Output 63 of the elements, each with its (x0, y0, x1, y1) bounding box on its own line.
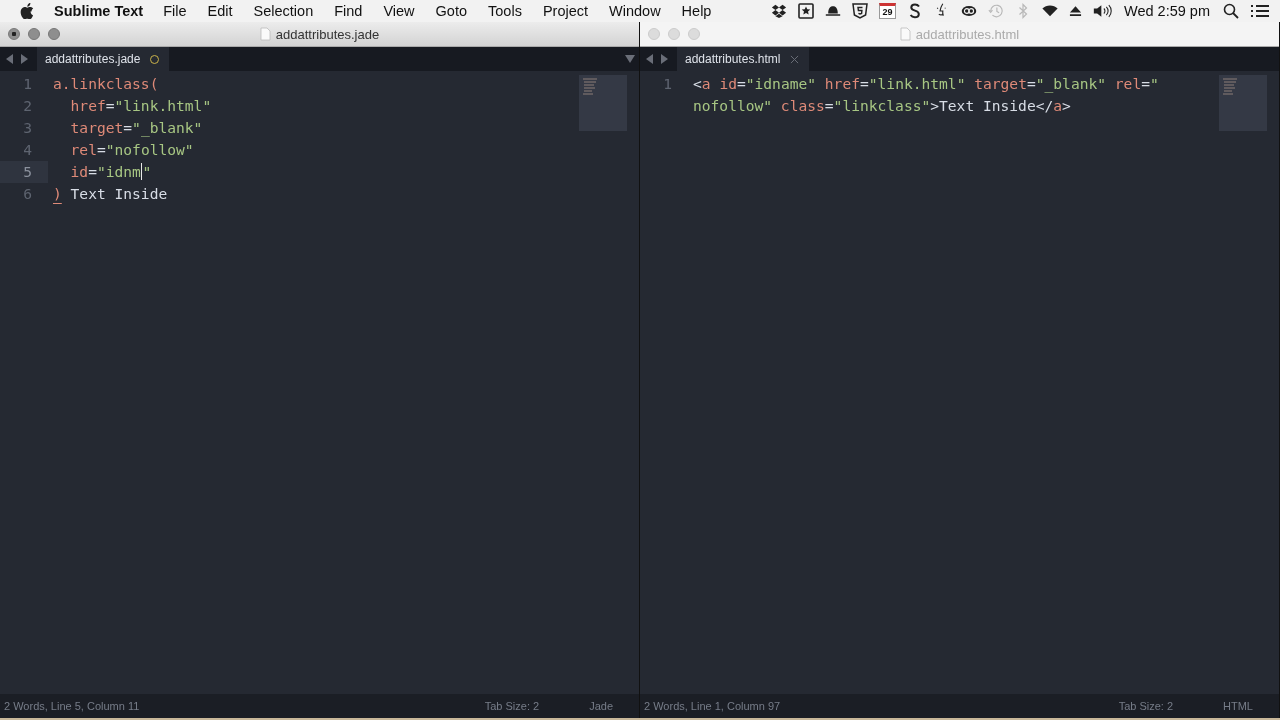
status-syntax[interactable]: HTML (1223, 700, 1253, 712)
file-tab[interactable]: addattributes.jade (37, 47, 170, 71)
close-button[interactable] (8, 28, 20, 40)
previous-tab-arrow-icon[interactable] (646, 54, 654, 64)
menu-item[interactable]: Edit (207, 3, 233, 19)
line-number: 1 (662, 74, 673, 94)
app-menu[interactable]: Sublime Text (54, 3, 144, 19)
document-icon (899, 27, 911, 41)
menu-item[interactable]: Find (334, 3, 363, 19)
status-position: 2 Words, Line 5, Column 11 (4, 700, 140, 712)
s-letter-icon[interactable] (907, 3, 923, 19)
status-position: 2 Words, Line 1, Column 97 (644, 700, 781, 712)
menu-item[interactable]: Goto (435, 3, 468, 19)
dropdown-caret-icon[interactable] (625, 55, 635, 63)
tab-label: addattributes.html (685, 52, 781, 66)
menu-item[interactable]: Project (542, 3, 589, 19)
next-tab-arrow-icon[interactable] (20, 54, 28, 64)
code-line: href="link.html" (69, 96, 212, 116)
status-tab-size[interactable]: Tab Size: 2 (1118, 700, 1174, 712)
code-line: target="_blank" (69, 118, 203, 139)
menu-item[interactable]: Window (609, 3, 661, 19)
previous-tab-arrow-icon[interactable] (6, 54, 14, 64)
close-icon[interactable] (790, 54, 800, 64)
rings-icon[interactable] (961, 3, 977, 19)
menu-item[interactable]: Selection (253, 3, 314, 19)
window-title: addattributes.html (915, 26, 1020, 42)
code-line: nofollow" class="linkclass">Text Inside</a> (693, 96, 1071, 116)
menu-item[interactable]: Help (681, 3, 712, 19)
code-line: id="idnm" (69, 162, 152, 182)
file-tab[interactable]: addattributes.html (677, 47, 810, 71)
line-number: 1 (22, 74, 33, 94)
search-icon[interactable] (1223, 3, 1239, 19)
wifi-icon[interactable] (1042, 3, 1058, 19)
line-number: 5 (0, 161, 48, 183)
hat-icon[interactable] (825, 3, 841, 19)
code-line: ) Text Inside (53, 184, 168, 204)
minimize-button[interactable] (28, 28, 40, 40)
zoom-button[interactable] (48, 28, 60, 40)
menu-item[interactable]: File (163, 3, 187, 19)
window-title: addattributes.jade (275, 26, 380, 42)
code-line: rel="nofollow" (69, 140, 194, 160)
status-tab-size[interactable]: Tab Size: 2 (484, 700, 540, 712)
eject-icon[interactable] (1069, 3, 1082, 19)
apple-icon[interactable] (20, 3, 34, 19)
line-number: 2 (22, 96, 33, 116)
line-number: 3 (22, 118, 33, 138)
volume-icon[interactable] (1093, 3, 1113, 19)
menubar-clock[interactable]: Wed 2:59 pm (1124, 3, 1210, 19)
code-line: a.linkclass( (53, 74, 159, 94)
line-number: 6 (22, 184, 33, 204)
menu-item[interactable]: View (383, 3, 415, 19)
dropbox-icon[interactable] (771, 3, 787, 19)
document-icon (259, 27, 271, 41)
status-syntax[interactable]: Jade (589, 700, 613, 712)
shield-icon[interactable] (852, 3, 868, 19)
list-icon[interactable] (1250, 3, 1270, 19)
next-tab-arrow-icon[interactable] (660, 54, 668, 64)
calendar-icon[interactable]: 29 (879, 3, 896, 19)
menu-item[interactable]: Tools (488, 3, 522, 19)
line-number: 4 (22, 140, 33, 160)
star-box-icon[interactable] (798, 3, 814, 19)
code-line: <a id="idname" href="link.html" target="_blank" rel=" (693, 74, 1159, 95)
tab-label: addattributes.jade (45, 52, 141, 66)
